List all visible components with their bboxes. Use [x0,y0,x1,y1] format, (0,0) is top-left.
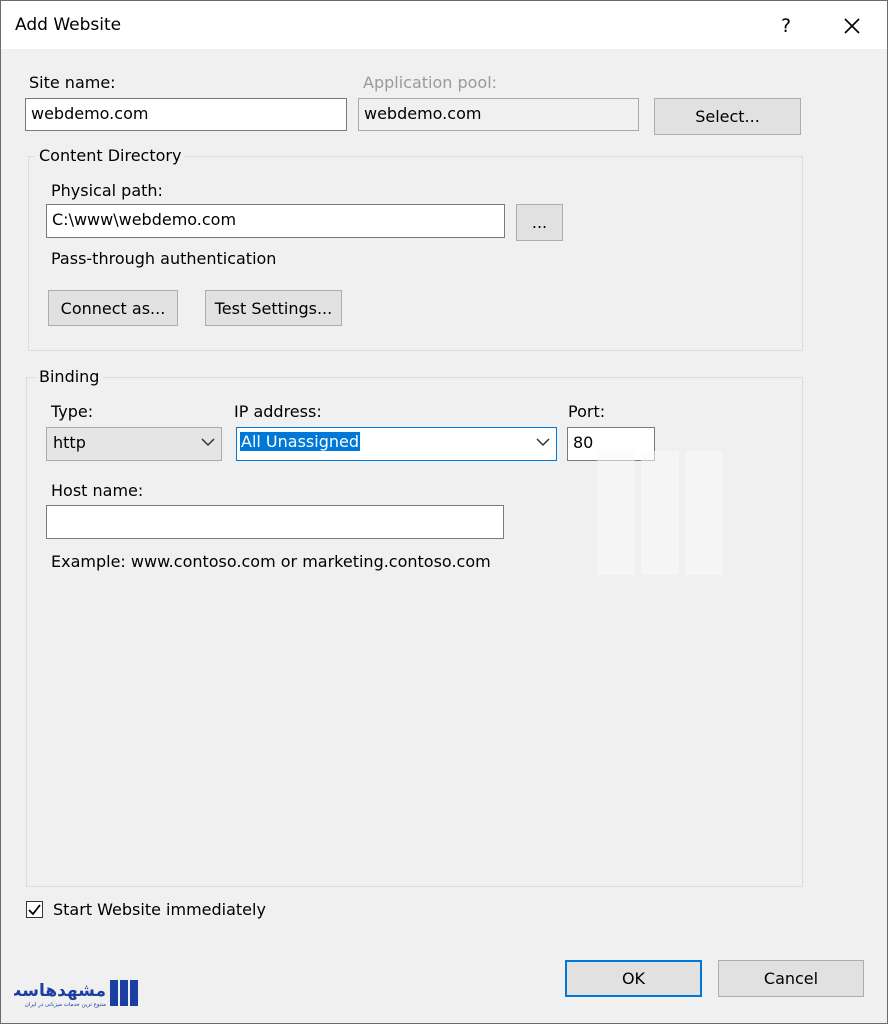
chevron-down-icon [201,438,215,447]
physical-path-label: Physical path: [51,181,163,200]
svg-text:متنوع ترین خدمات میزبانی در ای: متنوع ترین خدمات میزبانی در ایران [25,1002,106,1008]
app-pool-field: webdemo.com [358,98,639,131]
checkmark-icon [28,904,41,916]
host-name-label: Host name: [51,481,144,500]
pass-through-auth-label: Pass-through authentication [51,249,277,268]
type-label: Type: [51,402,94,421]
start-website-checkbox[interactable] [26,901,43,918]
browse-path-button[interactable]: ... [516,204,563,241]
ip-address-label: IP address: [234,402,322,421]
cancel-button[interactable]: Cancel [718,960,864,997]
title-bar: Add Website ? [1,1,887,49]
close-button[interactable] [837,11,867,41]
select-app-pool-button[interactable]: Select... [654,98,801,135]
help-button[interactable]: ? [771,11,801,41]
physical-path-input[interactable]: C:\www\webdemo.com [46,204,505,238]
add-website-dialog: Add Website ? Site name: webdemo.com App… [0,0,888,1024]
ip-address-value: All Unassigned [240,432,360,451]
content-directory-legend: Content Directory [35,146,186,165]
start-website-label: Start Website immediately [53,900,266,919]
binding-legend: Binding [35,367,104,386]
port-label: Port: [568,402,606,421]
close-icon [844,18,860,34]
ip-address-dropdown[interactable]: All Unassigned [236,427,557,461]
svg-text:مشهدهاست: مشهدهاست [14,981,106,1001]
ok-button[interactable]: OK [565,960,702,997]
connect-as-button[interactable]: Connect as... [48,290,178,326]
host-name-input[interactable] [46,505,504,539]
type-value: http [53,433,86,452]
mashhadhost-logo: مشهدهاست متنوع ترین خدمات میزبانی در ایر… [14,980,138,1008]
dialog-title: Add Website [15,15,122,35]
chevron-down-icon [536,438,550,447]
test-settings-button[interactable]: Test Settings... [205,290,342,326]
site-name-label: Site name: [29,73,116,92]
type-dropdown[interactable]: http [46,427,222,461]
host-name-example: Example: www.contoso.com or marketing.co… [51,552,491,571]
app-pool-label: Application pool: [363,73,498,92]
watermark-logo-icon [597,451,723,575]
site-name-input[interactable]: webdemo.com [25,98,347,131]
